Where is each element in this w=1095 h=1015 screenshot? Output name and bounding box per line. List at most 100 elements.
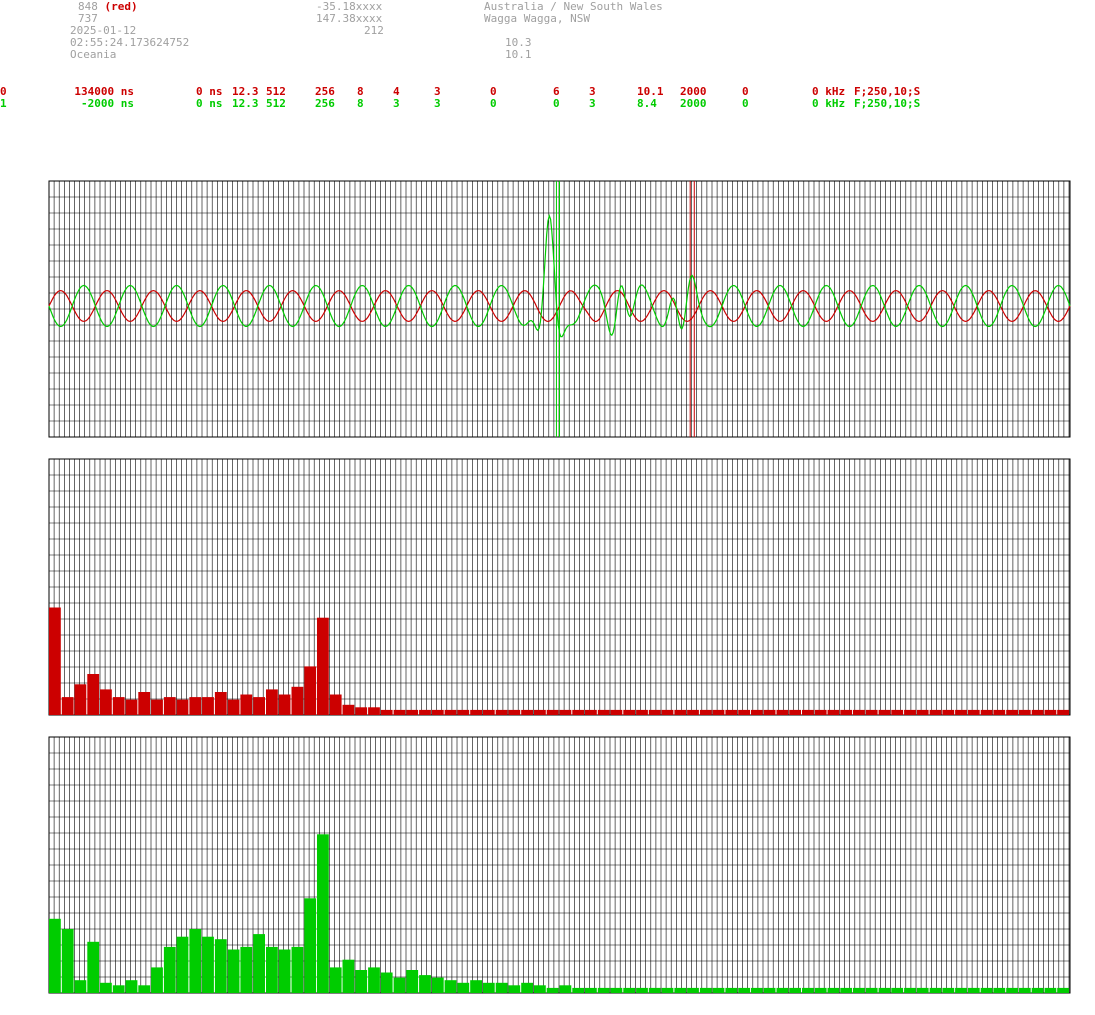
spectrum-green-bar-67	[904, 987, 916, 993]
spectrum-red-bar-69	[929, 709, 942, 715]
spectrum-red-bar-17	[266, 689, 278, 715]
spectrum-green-bar-25	[368, 967, 380, 993]
spectrum-green-bar-68	[916, 987, 929, 993]
spectrum-green-bar-31	[444, 980, 457, 993]
spectrum-red-bar-9	[163, 697, 176, 715]
spectrum-red-bar-18	[278, 694, 291, 715]
spectrum-green-bar-33	[470, 980, 482, 993]
spectrum-green-bar-74	[993, 987, 1006, 993]
spectrum-green-bar-46	[636, 987, 648, 993]
spectrum-green-bar-34	[482, 982, 495, 993]
spectrum-green-bar-49	[674, 987, 687, 993]
spectrum-red-bar-57	[776, 709, 789, 715]
spectrum-red-bar-66	[891, 709, 904, 715]
spectrum-red-bar-39	[546, 709, 559, 715]
spectrum-red-bar-45	[623, 709, 636, 715]
spectrum-green-bar-10	[176, 936, 189, 993]
spectrum-red-bar-46	[636, 709, 648, 715]
spectrum-green-bar-3	[87, 941, 100, 993]
spectrum-green-bar-55	[750, 987, 763, 993]
spectrum-green-bar-40	[559, 985, 572, 993]
spectrum-red-bar-55	[750, 709, 763, 715]
spectrum-red-bar-32	[457, 709, 470, 715]
spectrum-green-bar-41	[572, 987, 585, 993]
spectrum-red-bar-59	[802, 709, 814, 715]
spectrum-red-bar-50	[687, 709, 699, 715]
spectrum-green-bar-56	[763, 987, 776, 993]
spectrum-red-bar-78	[1044, 709, 1057, 715]
spectrum-red-bar-42	[585, 709, 597, 715]
spectrum-green-bar-42	[585, 987, 597, 993]
spectrum-red-bar-11	[189, 697, 202, 715]
spectrum-red-bar-61	[827, 709, 840, 715]
spectrum-green-bar-57	[776, 987, 789, 993]
spectrum-green-bar-6	[125, 980, 138, 993]
spectrum-green-bar-51	[699, 987, 712, 993]
spectrum-red-bar-4	[100, 689, 112, 715]
spectrum-green-bar-78	[1044, 987, 1057, 993]
spectrum-green-bar-48	[661, 987, 674, 993]
spectrum-red-bar-51	[699, 709, 712, 715]
spectrum-green-bar-58	[789, 987, 801, 993]
spectrum-red-bar-14	[227, 699, 240, 715]
grid-lines-1	[48, 458, 1070, 716]
spectrum-red-bar-16	[253, 697, 265, 715]
spectrum-red-bar-58	[789, 709, 801, 715]
spectrum-red-bar-34	[482, 709, 495, 715]
spectrum-red-bar-0	[49, 607, 61, 715]
spectrum-red-bar-31	[444, 709, 457, 715]
spectrum-green-bar-70	[942, 987, 955, 993]
spectrum-red-bar-63	[853, 709, 865, 715]
spectrum-green-bar-35	[495, 982, 508, 993]
spectrum-red-bar-6	[125, 699, 138, 715]
spectrum-green-bar-16	[253, 934, 265, 993]
spectrum-green-bar-8	[151, 967, 163, 993]
spectrum-green-bar-2	[74, 980, 87, 993]
spectrum-red-bar-10	[176, 699, 189, 715]
spectrum-green-bar-24	[355, 970, 368, 993]
spectrum-green-bar-60	[814, 987, 827, 993]
charts-canvas	[48, 180, 1071, 994]
spectrum-green-bar-29	[419, 975, 431, 993]
spectrum-red-bar-30	[431, 709, 444, 715]
spectrum-green-bar-21	[317, 834, 329, 993]
spectrum-green-bar-76	[1018, 987, 1031, 993]
spectrum-red-bar-23	[342, 704, 355, 715]
spectrum-red-bar-28	[406, 709, 419, 715]
spectrum-red-bar-72	[967, 709, 980, 715]
spectrum-red-bar-13	[214, 692, 227, 715]
spectrum-red-bar-20	[304, 666, 317, 715]
spectrum-green-bar-7	[138, 985, 151, 993]
spectrum-green-bar-18	[278, 949, 291, 993]
spectrum-red-bar-52	[712, 709, 725, 715]
spectrum-green-bar-75	[1006, 987, 1018, 993]
spectrum-red-bar-67	[904, 709, 916, 715]
spectrum-green-bar-63	[853, 987, 865, 993]
spectrum-green-bar-66	[891, 987, 904, 993]
spectrum-red-bar-75	[1006, 709, 1018, 715]
spectrum-green-bar-0	[49, 918, 61, 993]
spectrum-red-bar-43	[597, 709, 610, 715]
spectrum-green-bar-52	[712, 987, 725, 993]
spectrum-red-bar-5	[112, 697, 125, 715]
spectrum-red-bar-62	[840, 709, 853, 715]
spectrum-green-bar-47	[648, 987, 661, 993]
spectrum-green-bar-65	[878, 987, 891, 993]
spectrum-red-bar-65	[878, 709, 891, 715]
spectrum-red-bar-73	[980, 709, 993, 715]
spectrum-green-bar-79	[1057, 987, 1069, 993]
spectrum-green-bar-17	[266, 946, 278, 993]
spectrum-green-bar-5	[112, 985, 125, 993]
spectrum-red-bar-60	[814, 709, 827, 715]
spectrum-green-bar-54	[738, 987, 750, 993]
spectrum-green-bar-12	[202, 936, 214, 993]
spectrum-green-bar-61	[827, 987, 840, 993]
spectrum-green-bar-30	[431, 977, 444, 993]
spectrum-red-bar-54	[738, 709, 750, 715]
spectrum-green-bar-37	[521, 982, 533, 993]
spectrum-green-bar-59	[802, 987, 814, 993]
spectrum-red-bar-24	[355, 707, 368, 715]
spectrum-green-bar-13	[214, 939, 227, 993]
spectrum-red-bar-2	[74, 684, 87, 715]
spectrum-red-bar-22	[329, 694, 342, 715]
